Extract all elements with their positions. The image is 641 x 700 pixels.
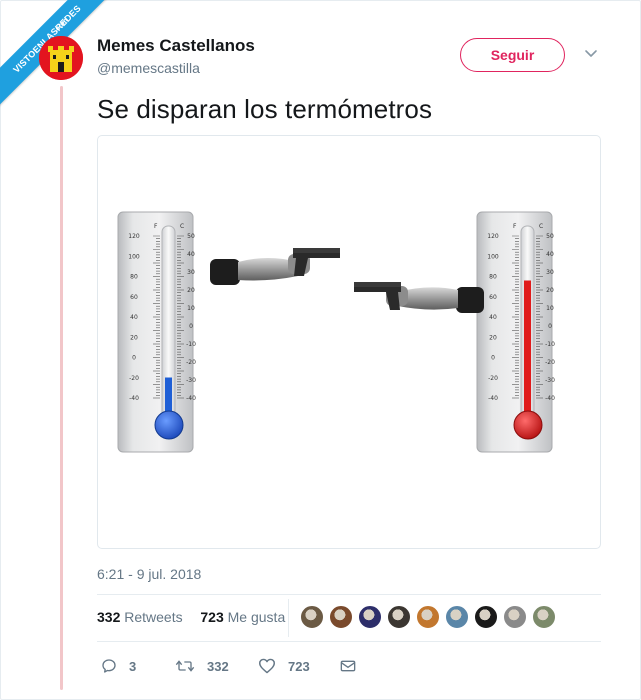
scale-c-label: 10 [546,305,554,312]
scale-c-label: -10 [545,341,555,348]
svg-text:C: C [539,223,543,230]
stats-divider [288,599,289,637]
scale-c-label: 40 [546,251,554,258]
scale-f-label: 100 [128,253,140,260]
scale-c-label: 50 [187,233,195,240]
svg-text:F: F [513,223,517,230]
chevron-down-icon[interactable] [583,46,599,62]
scale-c-label: 30 [187,269,195,276]
thread-line [60,86,63,690]
tweet-text: Se disparan los termómetros [97,94,433,124]
scale-f-label: 20 [489,334,497,341]
liker-avatar[interactable] [445,605,469,629]
svg-text:C: C [180,223,184,230]
scale-c-label: 40 [187,251,195,258]
thermometer-hot: F C 120100806040200-20-4050403020100-10-… [476,211,555,453]
scale-c-label: 10 [187,305,195,312]
likes-count[interactable]: 723 [200,609,223,625]
reply-icon [102,659,116,673]
liker-avatar[interactable] [532,605,556,629]
scale-c-label: -20 [545,359,555,366]
scale-f-label: 60 [489,294,497,301]
liker-avatar[interactable] [416,605,440,629]
retweet-icon [175,660,195,672]
scale-c-label: -30 [545,377,555,384]
liker-avatar[interactable] [503,605,527,629]
liker-avatar[interactable] [358,605,382,629]
scale-f-label: 0 [132,355,136,362]
scale-c-label: 0 [548,323,552,330]
message-button[interactable] [340,654,368,678]
author-handle[interactable]: @memescastilla [97,60,200,76]
scale-c-label: -10 [186,341,196,348]
scale-c-label: 20 [187,287,195,294]
follow-button[interactable]: Seguir [460,38,565,72]
scale-c-label: -40 [186,395,196,402]
thermometer-cold: F C 120100806040200-20-4050403020100-10-… [117,211,196,453]
retweet-count: 332 [207,658,229,674]
scale-c-label: 30 [546,269,554,276]
thermometers-image: F C 120100806040200-20-4050403020100-10-… [117,211,555,453]
heart-icon [258,658,275,674]
pistol-arm-left [210,248,340,285]
scale-f-label: 20 [130,334,138,341]
scale-f-label: 60 [130,294,138,301]
pistol-arm-right [354,282,484,313]
scale-c-label: 20 [546,287,554,294]
tweet-timestamp[interactable]: 6:21 - 9 jul. 2018 [97,566,201,582]
scale-f-label: -40 [488,395,498,402]
castle-icon [39,36,83,80]
engagement-stats: 332 Retweets 723 Me gusta [97,609,285,625]
scale-f-label: 0 [491,355,495,362]
svg-text:F: F [154,223,158,230]
scale-f-label: 40 [130,314,138,321]
reply-button[interactable]: 3 [101,654,136,678]
scale-f-label: 40 [489,314,497,321]
scale-f-label: -20 [129,375,139,382]
divider [97,594,601,595]
author-name[interactable]: Memes Castellanos [97,36,255,56]
liker-avatar[interactable] [329,605,353,629]
divider [97,641,601,642]
scale-c-label: 0 [189,323,193,330]
liker-avatar[interactable] [474,605,498,629]
scale-f-label: -20 [488,375,498,382]
liker-avatar[interactable] [300,605,324,629]
envelope-icon [340,660,356,672]
tweet-image[interactable]: F C 120 100 80 60 40 20 0 -20 -40 50 40 30 20 10 0 -10-… [97,135,601,549]
scale-c-label: -20 [186,359,196,366]
likes-label[interactable]: Me gusta [228,609,286,625]
scale-f-label: 120 [128,233,140,240]
scale-c-label: 50 [546,233,554,240]
scale-f-label: 100 [487,253,499,260]
reply-count: 3 [129,658,137,674]
retweets-label[interactable]: Retweets [124,609,182,625]
retweets-count[interactable]: 332 [97,609,120,625]
like-button[interactable]: 723 [258,654,310,678]
scale-c-label: -30 [186,377,196,384]
scale-f-label: 80 [489,274,497,281]
scale-f-label: 120 [487,233,499,240]
liker-avatar[interactable] [387,605,411,629]
avatar[interactable] [39,36,83,80]
retweet-button[interactable]: 332 [175,654,229,678]
like-count: 723 [288,658,310,674]
scale-f-label: 80 [130,274,138,281]
scale-c-label: -40 [545,395,555,402]
scale-f-label: -40 [129,395,139,402]
